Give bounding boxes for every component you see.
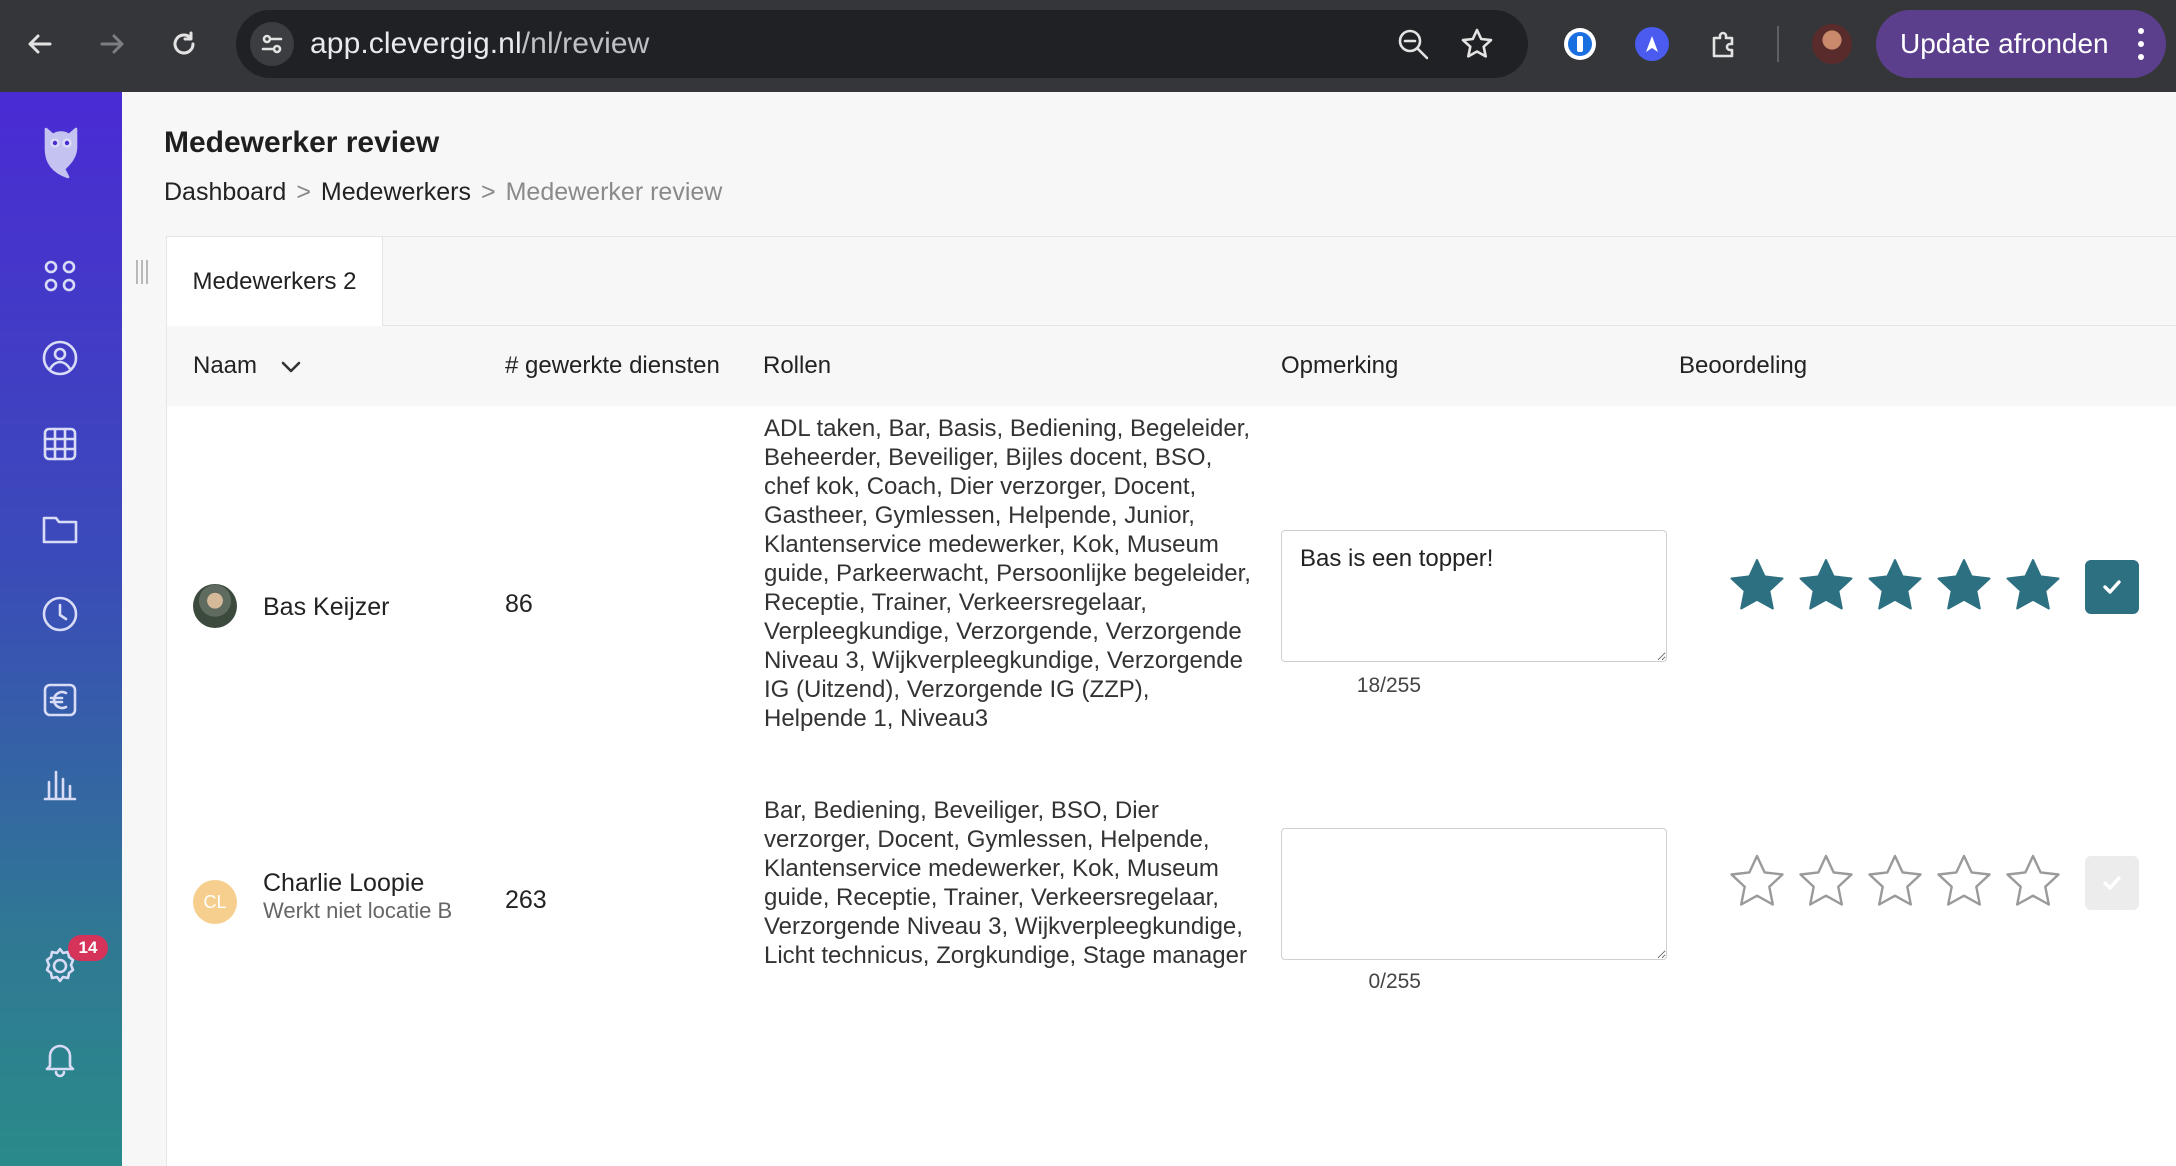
extension-vpn-button[interactable] (1630, 22, 1674, 66)
arrow-right-icon (100, 34, 124, 54)
breadcrumb-employees[interactable]: Medewerkers (321, 178, 471, 207)
bar-chart-icon (43, 770, 77, 801)
extension-arrow-icon (1635, 27, 1669, 61)
chevron-down-icon (281, 361, 301, 372)
star-filled-icon[interactable] (1865, 556, 1925, 621)
main-content: Medewerker review Dashboard > Medewerker… (122, 92, 2176, 1166)
user-circle-icon (42, 340, 78, 376)
star-filled-icon[interactable] (1796, 556, 1856, 621)
review-panel: Medewerkers 2 Naam # gewerkte diensten R… (166, 236, 2176, 1166)
star-empty-icon[interactable] (1865, 852, 1925, 917)
password-manager-icon (1564, 28, 1596, 60)
more-menu-icon[interactable] (2138, 28, 2144, 60)
forward-button[interactable] (88, 20, 136, 68)
star-filled-icon[interactable] (2003, 556, 2063, 621)
update-button-label: Update afronden (1900, 28, 2109, 59)
sidebar-item-notifications[interactable] (38, 1036, 82, 1080)
star-empty-icon[interactable] (1796, 852, 1856, 917)
star-empty-icon[interactable] (2003, 852, 2063, 917)
breadcrumb-separator: > (296, 178, 311, 206)
check-icon (2103, 876, 2121, 890)
sidebar-item-planning[interactable] (38, 422, 82, 466)
breadcrumb-current: Medewerker review (505, 178, 723, 206)
zoom-button[interactable] (1396, 27, 1430, 61)
table-row: Bas Keijzer 86 ADL taken, Bar, Basis, Be… (167, 406, 2176, 788)
arrow-left-icon (28, 34, 52, 54)
sidebar: 14 (0, 92, 122, 1166)
table-row: CL Charlie Loopie Werkt niet locatie B 2… (167, 788, 2176, 1088)
address-bar[interactable]: app.clevergig.nl/nl/review (236, 10, 1528, 78)
star-filled-icon[interactable] (1727, 556, 1787, 621)
drag-handle[interactable] (136, 260, 152, 284)
sidebar-item-dashboard[interactable] (38, 254, 82, 298)
breadcrumb: Dashboard > Medewerkers > Medewerker rev… (164, 178, 722, 207)
star-rating[interactable] (1727, 556, 2063, 621)
avatar (193, 584, 237, 628)
notification-badge: 14 (68, 935, 108, 961)
check-icon (2103, 580, 2121, 594)
star-outline-icon (1461, 28, 1493, 58)
table-header: Naam # gewerkte diensten Rollen Opmerkin… (167, 326, 2176, 406)
extensions-button[interactable] (1702, 22, 1746, 66)
owl-logo-icon[interactable] (36, 120, 86, 180)
toolbar-divider (1777, 26, 1779, 62)
column-header-roles: Rollen (763, 352, 832, 379)
char-counter: 0/255 (1368, 970, 1421, 993)
profile-avatar[interactable] (1812, 24, 1852, 64)
apps-icon (44, 260, 76, 292)
remark-field[interactable] (1281, 828, 1667, 960)
bookmark-button[interactable] (1460, 27, 1494, 61)
page-title: Medewerker review (164, 126, 440, 159)
column-header-shifts: # gewerkte diensten (505, 352, 720, 379)
back-button[interactable] (16, 20, 64, 68)
bell-icon (45, 1044, 75, 1078)
grid-icon (43, 427, 77, 461)
euro-icon (43, 683, 77, 717)
url-text: app.clevergig.nl/nl/review (310, 27, 650, 60)
tune-icon (261, 34, 283, 54)
employee-name[interactable]: Bas Keijzer (263, 593, 389, 622)
save-review-button[interactable] (2085, 560, 2139, 614)
shift-count: 86 (505, 590, 533, 618)
tab-bar: Medewerkers 2 (167, 236, 2176, 327)
puzzle-icon (1712, 31, 1734, 58)
save-review-button[interactable] (2085, 856, 2139, 910)
sidebar-item-reports[interactable] (38, 762, 82, 806)
star-rating[interactable] (1727, 852, 2063, 917)
roles-list: Bar, Bediening, Beveiliger, BSO, Dier ve… (764, 797, 1247, 969)
star-empty-icon[interactable] (1934, 852, 1994, 917)
site-info-button[interactable] (250, 22, 294, 66)
avatar: CL (193, 880, 237, 924)
reload-icon (173, 31, 195, 55)
column-header-rating: Beoordeling (1679, 352, 1808, 379)
reload-button[interactable] (160, 20, 208, 68)
sidebar-item-hours[interactable] (38, 592, 82, 636)
tab-medewerkers[interactable]: Medewerkers 2 (167, 237, 383, 327)
breadcrumb-dashboard[interactable]: Dashboard (164, 178, 286, 207)
employee-subtitle: Werkt niet locatie B (263, 898, 453, 923)
clock-icon (42, 596, 78, 632)
sidebar-item-employees[interactable] (38, 336, 82, 380)
roles-list: ADL taken, Bar, Basis, Bediening, Begele… (764, 415, 1251, 732)
browser-toolbar: app.clevergig.nl/nl/review Update afrond… (0, 0, 2176, 92)
folder-icon (42, 516, 78, 544)
sidebar-item-finance[interactable] (38, 678, 82, 722)
update-button[interactable]: Update afronden (1876, 10, 2166, 78)
remark-field[interactable]: Bas is een topper! (1281, 530, 1667, 662)
char-counter: 18/255 (1356, 674, 1421, 697)
extension-password-button[interactable] (1558, 22, 1602, 66)
column-header-remark: Opmerking (1281, 352, 1399, 379)
employee-name[interactable]: Charlie Loopie (263, 869, 424, 898)
star-empty-icon[interactable] (1727, 852, 1787, 917)
breadcrumb-separator: > (480, 178, 496, 206)
shift-count: 263 (505, 886, 547, 914)
column-header-name[interactable]: Naam (193, 352, 304, 380)
sidebar-item-files[interactable] (38, 506, 82, 550)
zoom-out-icon (1398, 29, 1429, 60)
star-filled-icon[interactable] (1934, 556, 1994, 621)
